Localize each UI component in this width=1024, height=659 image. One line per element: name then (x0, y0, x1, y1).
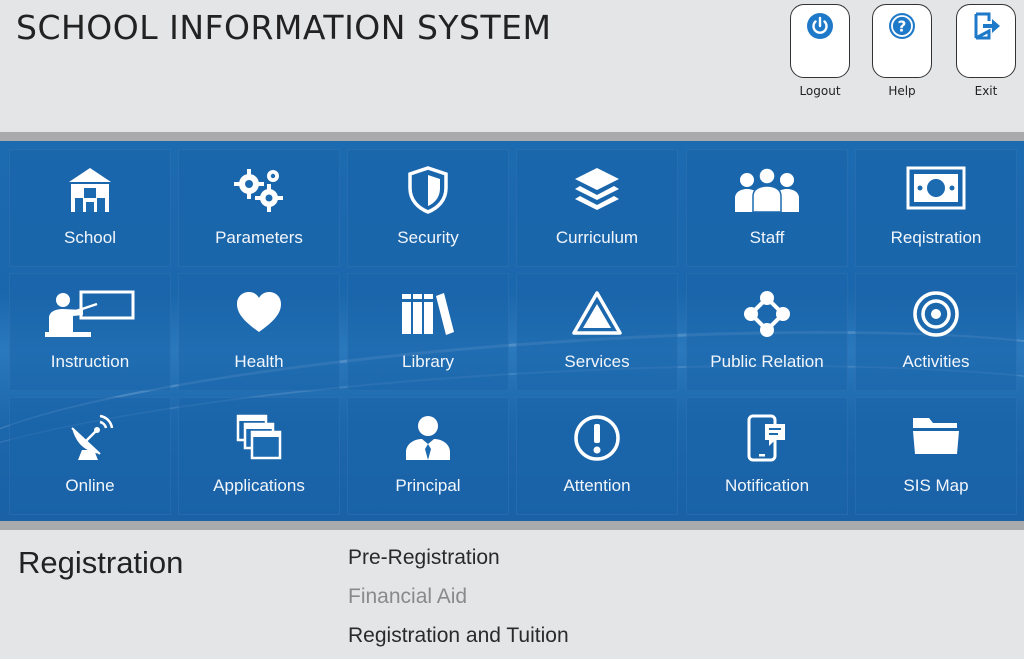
phone-message-icon (747, 414, 785, 462)
tile-label: School (64, 228, 116, 247)
tile-notification[interactable]: Notification (686, 397, 848, 515)
school-building-icon (69, 168, 111, 212)
top-divider (0, 132, 1024, 141)
tile-registration[interactable]: Reqistration (855, 149, 1017, 267)
tile-label: Parameters (215, 228, 303, 247)
exit-icon (974, 12, 1000, 40)
network-icon (744, 291, 790, 337)
tile-label: Principal (395, 476, 461, 495)
tile-label: Online (65, 476, 115, 495)
tile-applications[interactable]: Applications (178, 397, 340, 515)
exit-label: Exit (974, 84, 998, 98)
submenu-registration-and-tuition[interactable]: Registration and Tuition (348, 624, 569, 648)
tile-label: Reqistration (890, 228, 982, 247)
svg-text:?: ? (898, 18, 907, 36)
layers-icon (575, 168, 619, 210)
gears-icon (234, 169, 283, 212)
triangle-icon (572, 291, 622, 335)
tile-school[interactable]: School (9, 149, 171, 267)
question-icon: ? (889, 13, 915, 39)
tile-parameters[interactable]: Parameters (178, 149, 340, 267)
tile-label: Staff (749, 228, 785, 247)
submenu-pre-registration[interactable]: Pre-Registration (348, 546, 500, 570)
folder-icon (913, 418, 959, 454)
person-tie-icon (406, 416, 450, 460)
power-icon (807, 13, 833, 39)
windows-icon (236, 414, 282, 460)
teacher-board-icon (45, 290, 135, 337)
tile-security[interactable]: Security (347, 149, 509, 267)
section-title: Registration (18, 545, 184, 580)
tile-label: Applications (213, 476, 305, 495)
submenu-financial-aid[interactable]: Financial Aid (348, 585, 467, 609)
tile-label: Services (564, 352, 630, 371)
tile-online[interactable]: Online (9, 397, 171, 515)
tile-instruction[interactable]: Instruction (9, 273, 171, 391)
satellite-dish-icon (71, 414, 114, 460)
tile-activities[interactable]: Activities (855, 273, 1017, 391)
tile-label: Security (397, 228, 459, 247)
tile-attention[interactable]: Attention (516, 397, 678, 515)
bottom-divider (0, 521, 1024, 530)
tile-label: Activities (902, 352, 970, 371)
money-bill-icon (906, 166, 966, 210)
help-label: Help (888, 84, 916, 98)
tile-health[interactable]: Health (178, 273, 340, 391)
tile-library[interactable]: Library (347, 273, 509, 391)
tile-label: Curriculum (555, 228, 639, 247)
exclamation-icon (574, 415, 620, 461)
tile-curriculum[interactable]: Curriculum (516, 149, 678, 267)
tile-label: Library (402, 352, 454, 371)
exit-button[interactable]: Exit (956, 4, 1016, 98)
tile-label: SIS Map (903, 476, 969, 495)
target-icon (913, 291, 959, 337)
shield-icon (408, 166, 448, 214)
tile-sis-map[interactable]: SIS Map (855, 397, 1017, 515)
tile-label: Health (234, 352, 284, 371)
tile-label: Notification (724, 476, 810, 495)
people-group-icon (735, 167, 799, 213)
app-title: SCHOOL INFORMATION SYSTEM (16, 8, 552, 47)
module-panel: School Parameters Security Curriculum St… (0, 141, 1024, 521)
tile-principal[interactable]: Principal (347, 397, 509, 515)
heart-icon (237, 292, 281, 332)
app-header: SCHOOL INFORMATION SYSTEM Logout ? Help (0, 0, 1024, 132)
tile-staff[interactable]: Staff (686, 149, 848, 267)
tile-label: Public Relation (710, 352, 824, 371)
help-button[interactable]: ? Help (872, 4, 932, 98)
tile-label: Instruction (50, 352, 130, 371)
logout-label: Logout (799, 84, 841, 98)
tile-label: Attention (563, 476, 631, 495)
tile-public-relation[interactable]: Public Relation (686, 273, 848, 391)
section-area: Registration Pre-Registration Financial … (0, 531, 1024, 659)
logout-button[interactable]: Logout (790, 4, 850, 98)
tile-services[interactable]: Services (516, 273, 678, 391)
books-icon (402, 293, 454, 335)
